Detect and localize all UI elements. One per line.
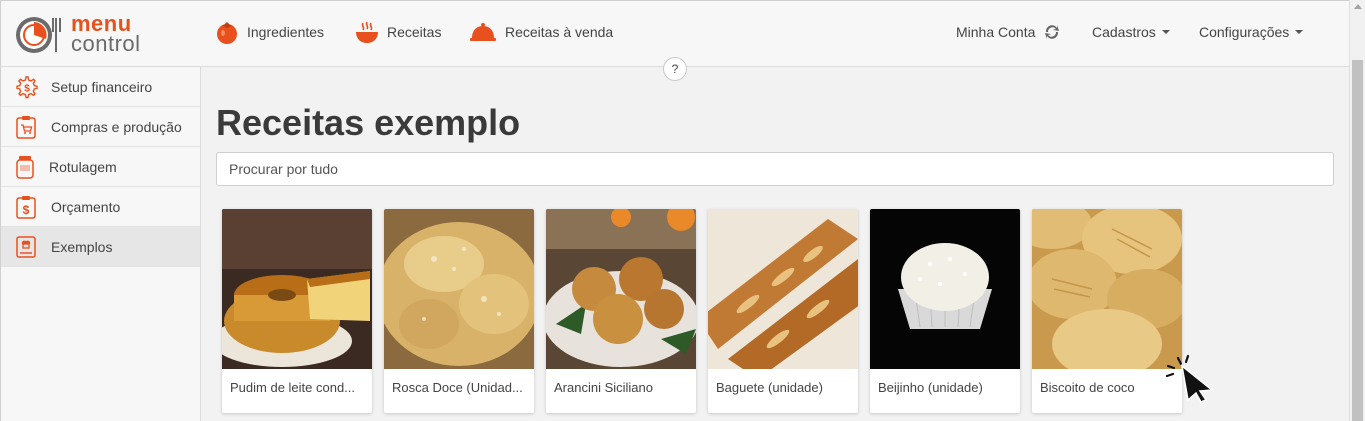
clipboard-dollar-icon: $ xyxy=(16,195,36,219)
logo-plate-icon xyxy=(16,17,61,53)
recipe-card-pudim[interactable]: Pudim de leite cond... xyxy=(222,209,372,413)
recipe-card-name: Pudim de leite cond... xyxy=(230,380,356,395)
search-input[interactable] xyxy=(216,152,1334,186)
sidebar-item-setup-financeiro[interactable]: $ Setup financeiro xyxy=(1,67,200,107)
nav-receitas[interactable]: Receitas xyxy=(355,1,441,63)
recipe-image-pudim xyxy=(222,209,372,369)
recipe-card-biscoito-coco[interactable]: Biscoito de coco xyxy=(1032,209,1182,413)
mouse-pointer-icon xyxy=(1165,354,1214,403)
recipe-image-biscoito-coco xyxy=(1032,209,1182,369)
recipe-card-beijinho[interactable]: Beijinho (unidade) xyxy=(870,209,1020,413)
sidebar-item-label: Setup financeiro xyxy=(51,78,153,95)
vertical-scrollbar[interactable] xyxy=(1349,0,1365,421)
cloche-icon xyxy=(470,23,496,41)
nav-receitas-label: Receitas xyxy=(387,24,442,40)
recipe-image-beijinho xyxy=(870,209,1020,369)
recipe-card-name: Rosca Doce (Unidad... xyxy=(392,380,523,395)
gear-dollar-icon: $ xyxy=(16,75,38,98)
nav-ingredientes[interactable]: Ingredientes xyxy=(215,1,324,63)
menu-control-logo[interactable]: menu control xyxy=(15,13,155,56)
sidebar-item-compras[interactable]: Compras e produção xyxy=(1,107,200,147)
nav-configuracoes[interactable]: Configurações xyxy=(1199,1,1304,63)
sidebar-item-label: Compras e produção xyxy=(51,118,182,135)
recipe-card-arancini[interactable]: Arancini Siciliano xyxy=(546,209,696,413)
nav-minha-conta[interactable]: Minha Conta xyxy=(956,1,1061,63)
sidebar-item-rotulagem[interactable]: Rotulagem xyxy=(1,147,200,187)
scroll-up-arrow-icon[interactable] xyxy=(1354,4,1362,9)
nav-configuracoes-label: Configurações xyxy=(1199,24,1290,40)
recipe-card-rosca-doce[interactable]: Rosca Doce (Unidad... xyxy=(384,209,534,413)
sidebar: $ Setup financeiro Compras e produção Ro… xyxy=(1,67,201,421)
svg-text:$: $ xyxy=(23,203,30,217)
clipboard-cart-icon xyxy=(16,115,36,139)
recipe-image-baguete xyxy=(708,209,858,369)
recipe-card-name: Beijinho (unidade) xyxy=(878,380,983,395)
nav-minha-conta-label: Minha Conta xyxy=(956,24,1036,40)
recipe-image-arancini xyxy=(546,209,696,369)
sidebar-item-label: Rotulagem xyxy=(49,158,117,175)
sidebar-item-orcamento[interactable]: $ Orçamento xyxy=(1,187,200,227)
refresh-icon xyxy=(1045,25,1060,39)
help-button[interactable]: ? xyxy=(663,57,687,81)
nav-ingredientes-label: Ingredientes xyxy=(247,24,325,40)
caret-down-icon xyxy=(1161,30,1170,34)
caret-down-icon xyxy=(1295,30,1304,34)
recipe-image-rosca-doce xyxy=(384,209,534,369)
sidebar-item-label: Orçamento xyxy=(51,198,121,215)
sidebar-item-exemplos[interactable]: Exemplos xyxy=(1,227,200,267)
recipe-card-baguete[interactable]: Baguete (unidade) xyxy=(708,209,858,413)
jar-icon xyxy=(16,155,34,179)
recipe-card-name: Arancini Siciliano xyxy=(554,380,653,395)
sidebar-item-label: Exemplos xyxy=(51,238,113,255)
recipe-card-name: Biscoito de coco xyxy=(1040,380,1135,395)
nav-receitas-venda[interactable]: Receitas à venda xyxy=(469,1,613,63)
nav-receitas-venda-label: Receitas à venda xyxy=(505,24,614,40)
nav-cadastros-label: Cadastros xyxy=(1092,24,1156,40)
recipe-card-name: Baguete (unidade) xyxy=(716,380,823,395)
app-window: menu control Ingredientes Receitas Recei… xyxy=(0,0,1349,421)
nav-cadastros[interactable]: Cadastros xyxy=(1092,1,1170,63)
main-content: Receitas exemplo Pudim de leite cond... xyxy=(216,101,1334,413)
scrollbar-thumb[interactable] xyxy=(1352,60,1363,421)
svg-text:$: $ xyxy=(24,83,30,94)
book-chef-icon xyxy=(16,235,36,258)
bowl-icon xyxy=(356,21,378,43)
tomato-icon xyxy=(217,22,237,44)
logo-text-control: control xyxy=(71,31,141,56)
page-title: Receitas exemplo xyxy=(216,102,521,143)
recipe-card-grid: Pudim de leite cond... Rosca Doce (Unida… xyxy=(222,209,1182,413)
